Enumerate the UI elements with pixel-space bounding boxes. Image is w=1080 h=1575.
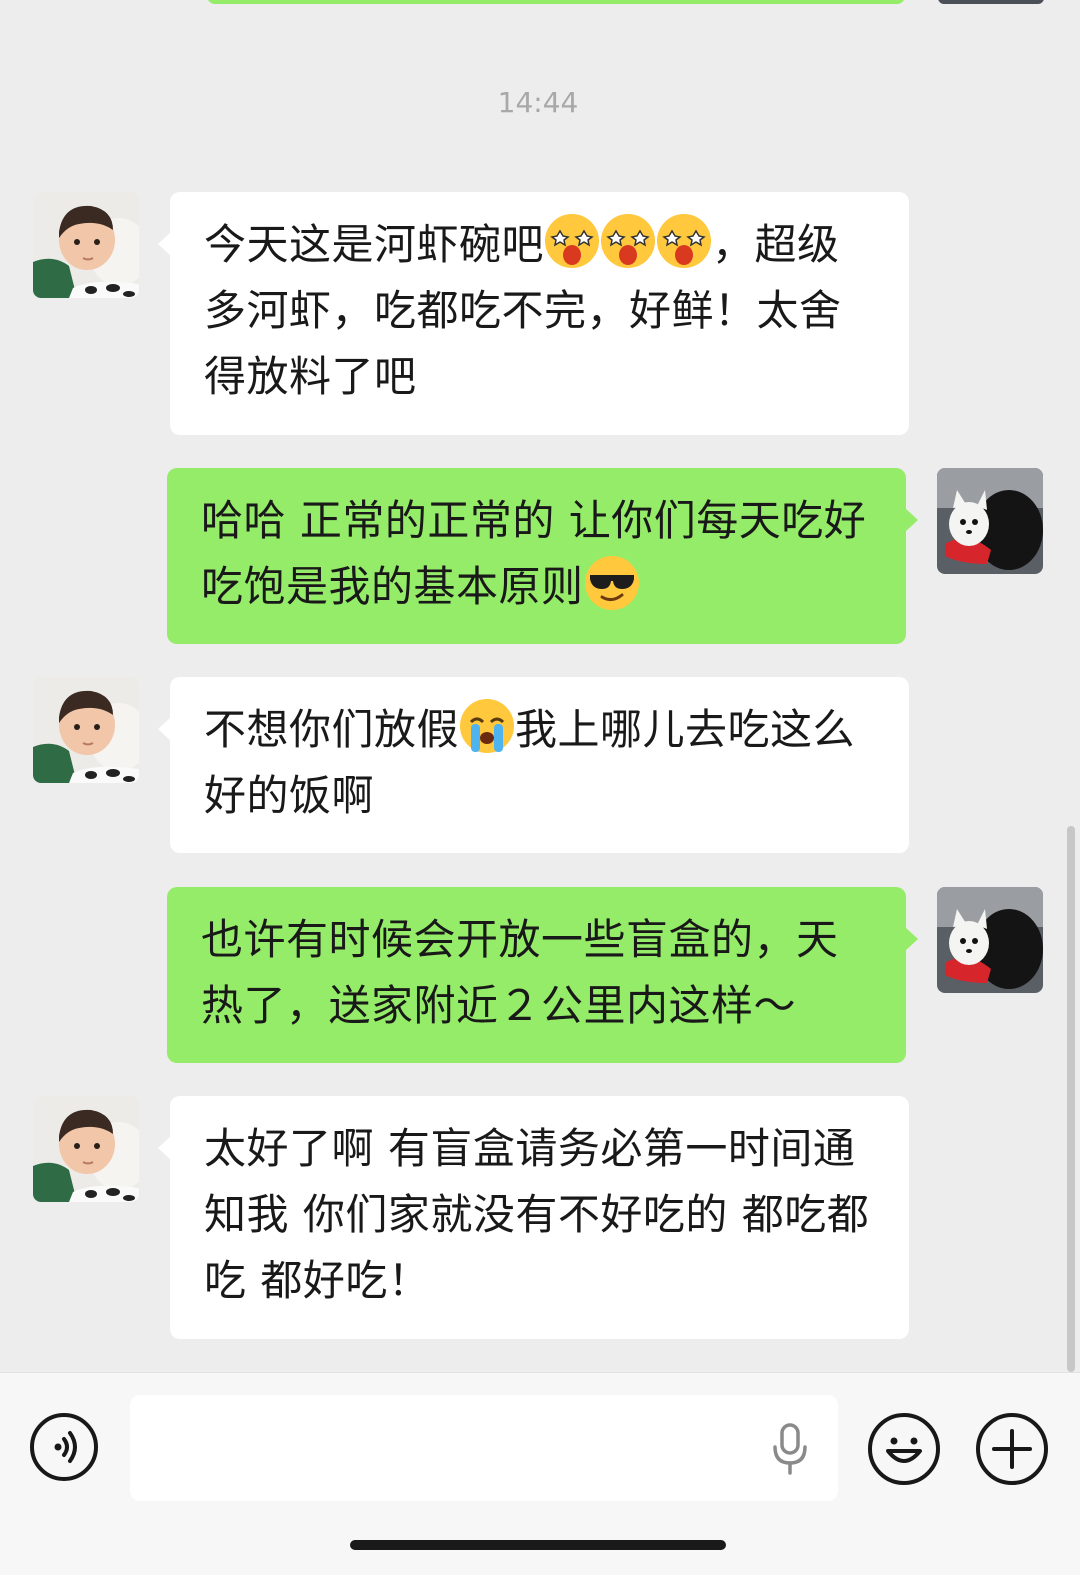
starstruck-emoji-icon <box>601 214 656 268</box>
baby-avatar-icon <box>33 192 139 298</box>
starstruck-emoji-icon <box>545 214 600 268</box>
crying-emoji-icon <box>460 699 515 753</box>
plus-icon <box>992 1429 1032 1469</box>
contact-avatar[interactable] <box>33 677 139 783</box>
outgoing-message-bubble[interactable]: 哈哈 正常的正常的 让你们每天吃好吃饱是我的基本原则 <box>167 468 918 644</box>
home-indicator[interactable] <box>350 1540 726 1550</box>
dog-avatar-icon <box>937 468 1043 574</box>
message-text: 哈哈 正常的正常的 让你们每天吃好吃饱是我的基本原则 <box>201 496 867 611</box>
baby-avatar-icon <box>33 1096 139 1202</box>
microphone-icon[interactable] <box>770 1423 810 1475</box>
message-text: 今天这是河虾碗吧 <box>204 220 545 269</box>
contact-avatar[interactable] <box>33 1096 139 1202</box>
previous-message-bubble[interactable] <box>207 0 905 4</box>
voice-icon <box>54 1431 77 1463</box>
message-input[interactable] <box>130 1395 838 1501</box>
starstruck-emoji-icon <box>657 214 712 268</box>
outgoing-message-bubble[interactable]: 也许有时候会开放一些盲盒的，天热了，送家附近２公里内这样～ <box>167 887 918 1063</box>
incoming-message-bubble[interactable]: 太好了啊 有盲盒请务必第一时间通知我 你们家就没有不好吃的 都吃都吃 都好吃！ <box>158 1096 909 1339</box>
chat-area[interactable]: 14:44 今天这是河虾碗吧 ，超级多河虾，吃都吃不完，好鲜！太舍得放料了吧 哈哈… <box>0 0 1080 1372</box>
contact-avatar[interactable] <box>33 192 139 298</box>
emoji-picker-button[interactable] <box>868 1413 940 1485</box>
my-avatar[interactable] <box>937 887 1043 993</box>
incoming-message-bubble[interactable]: 不想你们放假 我上哪儿去吃这么好的饭啊 <box>158 677 909 853</box>
voice-toggle-button[interactable] <box>30 1413 98 1481</box>
message-text: 太好了啊 有盲盒请务必第一时间通知我 你们家就没有不好吃的 都吃都吃 都好吃！ <box>204 1124 870 1305</box>
previous-message-avatar[interactable] <box>938 0 1044 4</box>
more-actions-button[interactable] <box>976 1413 1048 1485</box>
smiley-icon <box>886 1437 922 1463</box>
message-text: 不想你们放假 <box>204 705 460 754</box>
sunglasses-emoji-icon <box>584 556 639 610</box>
message-timestamp: 14:44 <box>497 86 579 119</box>
dog-avatar-icon <box>937 887 1043 993</box>
message-text: 也许有时候会开放一些盲盒的，天热了，送家附近２公里内这样～ <box>201 915 839 1030</box>
chat-scrollbar[interactable] <box>1067 826 1075 1372</box>
my-avatar[interactable] <box>937 468 1043 574</box>
chat-input-bar <box>0 1372 1080 1575</box>
incoming-message-bubble[interactable]: 今天这是河虾碗吧 ，超级多河虾，吃都吃不完，好鲜！太舍得放料了吧 <box>158 192 909 435</box>
baby-avatar-icon <box>33 677 139 783</box>
